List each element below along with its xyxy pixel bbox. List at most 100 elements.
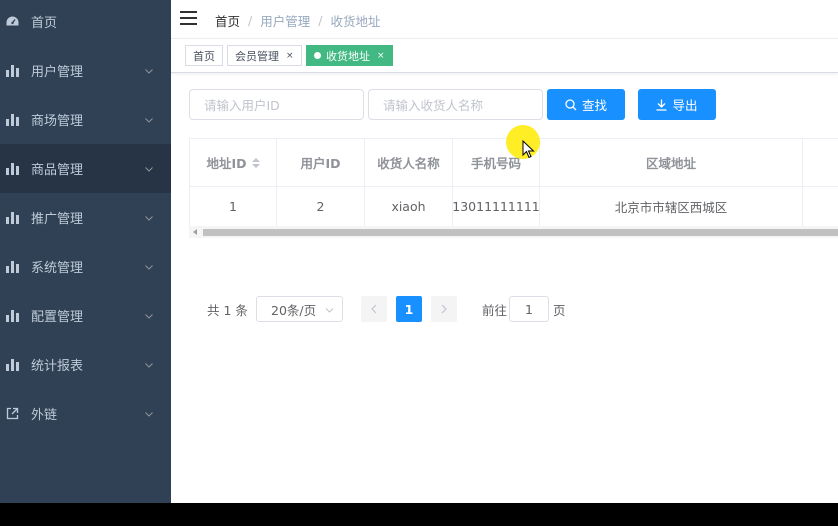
close-icon[interactable]: × xyxy=(377,51,385,61)
sidebar-item-mall-management[interactable]: 商场管理 xyxy=(0,95,171,144)
main-content: 首页 / 用户管理 / 收货地址 首页 会员管理 × 收货地址 × 请输入用户I… xyxy=(171,0,838,503)
user-id-input[interactable]: 请输入用户ID xyxy=(189,89,364,120)
breadcrumb-address: 收货地址 xyxy=(330,14,381,29)
goto-label: 前往 xyxy=(482,296,507,322)
pagination-total: 共 1 条 xyxy=(207,296,248,322)
column-header-overflow xyxy=(803,139,838,187)
sidebar-item-label: 配置管理 xyxy=(31,310,84,325)
close-icon[interactable]: × xyxy=(286,51,294,61)
tag-label: 会员管理 xyxy=(235,49,279,63)
next-page-button[interactable] xyxy=(431,296,457,322)
cell-address-id: 1 xyxy=(190,187,277,227)
goto-suffix: 页 xyxy=(553,302,566,318)
bar-chart-icon xyxy=(5,260,19,274)
chevron-down-icon xyxy=(145,117,153,123)
chevron-right-icon xyxy=(441,304,447,314)
table-row: 1 2 xiaoh 13011111111 北京市市辖区西城区 xyxy=(190,187,838,227)
chevron-down-icon xyxy=(145,264,153,270)
tag-home[interactable]: 首页 xyxy=(185,45,223,66)
column-header-user-id: 用户ID xyxy=(277,139,365,187)
breadcrumb-separator: / xyxy=(318,13,323,28)
tag-member-management[interactable]: 会员管理 × xyxy=(227,45,302,66)
chevron-down-icon xyxy=(145,166,153,172)
search-button[interactable]: 查找 xyxy=(547,89,625,120)
sidebar-item-statistics[interactable]: 统计报表 xyxy=(0,340,171,389)
goto-page-input[interactable]: 1 xyxy=(509,296,549,322)
active-dot-icon xyxy=(314,52,321,59)
user-id-placeholder: 请输入用户ID xyxy=(204,98,280,113)
sidebar-item-label: 统计报表 xyxy=(31,359,84,374)
column-header-receiver-name: 收货人名称 xyxy=(365,139,453,187)
goto-prefix: 前往 xyxy=(482,302,508,318)
column-header-region-address: 区域地址 xyxy=(540,139,803,187)
sidebar-item-user-management[interactable]: 用户管理 xyxy=(0,46,171,95)
column-header-address-id[interactable]: 地址ID xyxy=(190,139,277,187)
navbar: 首页 / 用户管理 / 收货地址 xyxy=(171,0,838,39)
cell-overflow xyxy=(803,187,838,227)
external-link-icon xyxy=(5,407,19,421)
total-count-text: 共 1 条 xyxy=(207,302,248,318)
sidebar-item-promotion-management[interactable]: 推广管理 xyxy=(0,193,171,242)
bar-chart-icon xyxy=(5,64,19,78)
receiver-name-placeholder: 请输入收货人名称 xyxy=(383,98,484,113)
download-icon xyxy=(656,99,667,111)
bar-chart-icon xyxy=(5,358,19,372)
bar-chart-icon xyxy=(5,162,19,176)
sidebar-item-label: 推广管理 xyxy=(31,212,84,227)
chevron-down-icon xyxy=(325,308,334,313)
sidebar-item-system-management[interactable]: 系统管理 xyxy=(0,242,171,291)
chevron-down-icon xyxy=(145,313,153,319)
chevron-down-icon xyxy=(145,68,153,74)
page-size-value: 20条/页 xyxy=(271,302,317,318)
chevron-down-icon xyxy=(145,362,153,368)
prev-page-button[interactable] xyxy=(361,296,387,322)
scroll-left-arrow-icon[interactable] xyxy=(193,229,197,235)
column-header-label: 收货人名称 xyxy=(377,156,440,171)
search-icon xyxy=(565,98,577,110)
mouse-cursor-icon xyxy=(522,140,535,159)
sidebar-item-label: 首页 xyxy=(31,16,58,31)
hamburger-menu-icon[interactable] xyxy=(180,11,197,25)
sidebar-item-label: 系统管理 xyxy=(31,261,84,276)
sidebar-item-label: 外链 xyxy=(31,408,58,423)
sidebar-item-home[interactable]: 首页 xyxy=(0,0,171,46)
breadcrumb-separator: / xyxy=(248,13,253,28)
column-header-label: 地址ID xyxy=(206,156,247,171)
horizontal-scrollbar[interactable] xyxy=(189,226,838,238)
bar-chart-icon xyxy=(5,309,19,323)
goto-suffix-label: 页 xyxy=(553,296,566,322)
column-header-label: 区域地址 xyxy=(645,156,696,171)
breadcrumb: 首页 / 用户管理 / 收货地址 xyxy=(215,11,380,30)
sidebar-item-goods-management[interactable]: 商品管理 xyxy=(0,144,171,193)
tags-view: 首页 会员管理 × 收货地址 × xyxy=(171,39,838,73)
cell-receiver-name: xiaoh xyxy=(365,187,453,227)
chevron-down-icon xyxy=(145,411,153,417)
bar-chart-icon xyxy=(5,211,19,225)
sort-caret-icon[interactable] xyxy=(251,157,260,168)
sidebar: 首页 用户管理 商场管理 商品管理 推广管理 系统管理 配置管理 统计报表 外链 xyxy=(0,0,171,503)
cell-region-address: 北京市市辖区西城区 xyxy=(540,187,803,227)
cell-user-id: 2 xyxy=(277,187,365,227)
export-button-label: 导出 xyxy=(672,98,698,113)
export-button[interactable]: 导出 xyxy=(638,89,716,120)
search-button-label: 查找 xyxy=(581,98,607,113)
receiver-name-input[interactable]: 请输入收货人名称 xyxy=(368,89,543,120)
column-header-label: 用户ID xyxy=(300,156,341,171)
page-number-current[interactable]: 1 xyxy=(396,296,422,322)
breadcrumb-home[interactable]: 首页 xyxy=(215,11,240,30)
chevron-down-icon xyxy=(145,215,153,221)
sidebar-item-config-management[interactable]: 配置管理 xyxy=(0,291,171,340)
tag-shipping-address[interactable]: 收货地址 × xyxy=(306,45,393,66)
breadcrumb-user-management: 用户管理 xyxy=(260,14,311,29)
page-size-select[interactable]: 20条/页 xyxy=(256,296,343,322)
tag-label: 首页 xyxy=(193,49,215,63)
cell-phone: 13011111111 xyxy=(452,187,540,227)
chevron-left-icon xyxy=(371,304,377,314)
sidebar-item-label: 商场管理 xyxy=(31,114,84,129)
scrollbar-thumb[interactable] xyxy=(203,229,838,236)
bar-chart-icon xyxy=(5,113,19,127)
sidebar-item-external-link[interactable]: 外链 xyxy=(0,389,171,438)
tag-label: 收货地址 xyxy=(326,49,370,63)
dashboard-icon xyxy=(5,15,19,29)
sidebar-item-label: 用户管理 xyxy=(31,65,84,80)
